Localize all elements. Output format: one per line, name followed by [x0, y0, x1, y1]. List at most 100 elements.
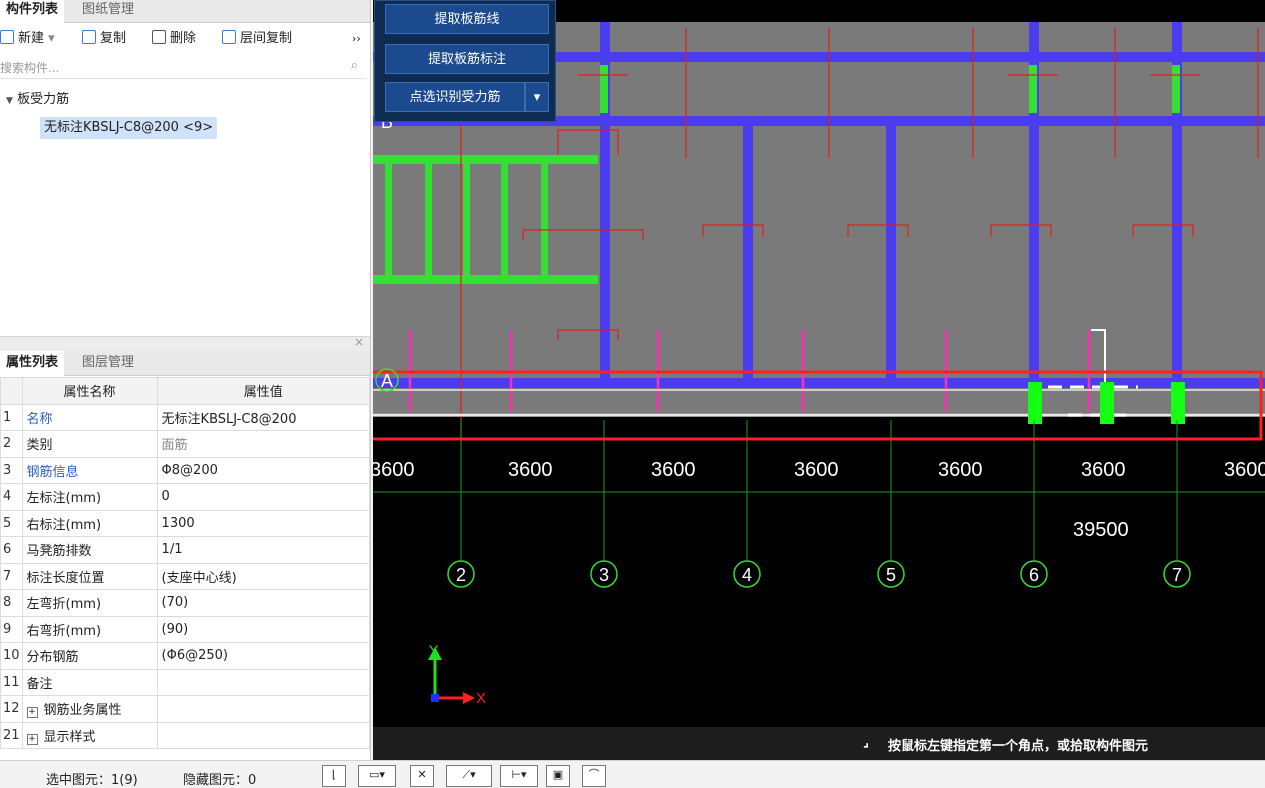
- property-value[interactable]: 无标注KBSLJ-C8@200: [156, 403, 371, 431]
- more-button[interactable]: ››: [352, 29, 361, 49]
- monitor-icon: ▣: [552, 768, 564, 781]
- property-value[interactable]: 1/1: [156, 536, 371, 564]
- ortho-toggle-button[interactable]: ⌊: [322, 765, 346, 787]
- property-index: 12: [0, 695, 23, 723]
- property-name-text: 标注长度位置: [26, 570, 105, 586]
- point-identify-rebar-button[interactable]: 点选识别受力筋: [385, 82, 525, 112]
- axis-label-4: 4: [742, 565, 752, 585]
- property-row[interactable]: 21 + 显示样式: [0, 721, 371, 749]
- property-row[interactable]: 12 + 钢筋业务属性: [0, 695, 371, 723]
- tree-root-slab-rebar[interactable]: ▼ 板受力筋: [6, 88, 69, 107]
- ucs-origin: [431, 694, 439, 702]
- property-row[interactable]: 4 左标注(mm) 0: [0, 483, 371, 511]
- dim-text-6: 3600: [1081, 459, 1126, 481]
- property-value[interactable]: (Φ6@250): [156, 642, 371, 670]
- green-rib-3: [463, 160, 470, 275]
- property-value[interactable]: 0: [156, 483, 371, 511]
- property-name-text: 右弯折(mm): [26, 623, 102, 639]
- green-marker-6: [1029, 65, 1037, 113]
- ucs-x-arrow: [463, 692, 475, 704]
- extract-rebar-line-button[interactable]: 提取板筋线: [385, 4, 549, 34]
- property-name-text: 显示样式: [43, 729, 96, 745]
- property-index: 6: [0, 536, 23, 564]
- cross-select-button[interactable]: ✕: [410, 765, 434, 787]
- property-value[interactable]: [156, 695, 371, 723]
- select-mode-button[interactable]: ▭▾: [358, 765, 396, 787]
- layer-copy-button[interactable]: 层间复制: [222, 29, 292, 49]
- dim-text-3: 3600: [651, 459, 696, 481]
- property-name-text: 分布钢筋: [26, 650, 79, 666]
- tree-item-kbslj[interactable]: 无标注KBSLJ-C8@200 <9>: [40, 117, 218, 139]
- property-row[interactable]: 6 马凳筋排数 1/1: [0, 536, 371, 564]
- copy-button[interactable]: 复制: [82, 29, 126, 49]
- component-search[interactable]: 搜索构件... ⌕: [0, 56, 366, 79]
- command-hint-bar: ⌟ 按鼠标左键指定第一个角点，或拾取构件图元: [373, 727, 1265, 760]
- beam-col-4: [743, 120, 753, 382]
- property-row[interactable]: 3 钢筋信息 Φ8@200: [0, 456, 371, 484]
- delete-button[interactable]: 删除: [152, 29, 196, 49]
- ucs-icon: Y X: [428, 642, 486, 707]
- green-bar-top: [373, 155, 598, 164]
- beam-col-5: [886, 120, 896, 382]
- property-row[interactable]: 9 右弯折(mm) (90): [0, 615, 371, 643]
- property-tabbar: 属性列表 图层管理: [0, 351, 370, 377]
- property-row[interactable]: 7 标注长度位置 (支座中心线): [0, 562, 371, 590]
- property-value[interactable]: (70): [156, 589, 371, 617]
- property-index: 8: [0, 589, 23, 617]
- close-icon[interactable]: ×: [354, 335, 364, 349]
- tab-component-list[interactable]: 构件列表: [0, 0, 65, 24]
- property-row[interactable]: 8 左弯折(mm) (70): [0, 589, 371, 617]
- property-value[interactable]: (支座中心线): [156, 562, 371, 590]
- expand-icon[interactable]: +: [26, 707, 38, 719]
- property-row[interactable]: 10 分布钢筋 (Φ6@250): [0, 642, 371, 670]
- dimension-icon: ⊢▾: [511, 768, 527, 781]
- property-name-text: 左弯折(mm): [26, 597, 102, 613]
- new-button[interactable]: 新建 ▾: [0, 29, 55, 49]
- property-value[interactable]: (90): [156, 615, 371, 643]
- search-input[interactable]: 搜索构件...: [0, 59, 59, 76]
- property-name: 标注长度位置: [21, 562, 158, 590]
- extract-rebar-panel: 提取板筋线 提取板筋标注 点选识别受力筋 ▾: [374, 0, 556, 122]
- panel-divider[interactable]: ×: [0, 335, 370, 351]
- dropdown-arrow-button[interactable]: ▾: [525, 82, 549, 112]
- property-value[interactable]: Φ8@200: [156, 456, 371, 484]
- property-header-name: 属性名称: [21, 377, 158, 405]
- tab-layer-management[interactable]: 图层管理: [76, 351, 140, 375]
- tab-drawing-management[interactable]: 图纸管理: [76, 0, 140, 22]
- property-index: 7: [0, 562, 23, 590]
- property-header-row: 属性名称 属性值: [0, 377, 371, 405]
- component-panel: 构件列表 图纸管理 新建 ▾ 复制 删除 层间复制 ›› 搜索构件... ⌕ ▼…: [0, 0, 371, 785]
- green-bar-bottom: [373, 275, 598, 284]
- line-snap-button[interactable]: ⟋▾: [446, 765, 492, 787]
- dimension-tool-button[interactable]: ⊢▾: [500, 765, 538, 787]
- green-rib-5: [541, 160, 548, 275]
- row-label-a: A: [381, 371, 393, 391]
- property-value[interactable]: [156, 721, 371, 749]
- expand-icon[interactable]: +: [26, 733, 38, 745]
- property-row[interactable]: 11 备注: [0, 668, 371, 696]
- axis-label-7: 7: [1172, 565, 1182, 585]
- line-icon: ⟋▾: [462, 768, 476, 781]
- property-name-text: 左标注(mm): [26, 491, 102, 507]
- property-row[interactable]: 1 名称 无标注KBSLJ-C8@200: [0, 403, 371, 431]
- copy-icon: [82, 30, 96, 44]
- property-name-text: 右标注(mm): [26, 517, 102, 533]
- tab-property-list[interactable]: 属性列表: [0, 351, 65, 377]
- property-row[interactable]: 5 右标注(mm) 1300: [0, 509, 371, 537]
- property-value[interactable]: 1300: [156, 509, 371, 537]
- property-value[interactable]: [156, 668, 371, 696]
- property-row[interactable]: 2 类别 面筋: [0, 430, 371, 458]
- dim-text-4: 3600: [794, 459, 839, 481]
- property-name: 左标注(mm): [21, 483, 158, 511]
- axis-label-5: 5: [886, 565, 896, 585]
- green-rib-2: [425, 160, 432, 275]
- green-block-3: [1171, 382, 1185, 424]
- view-button[interactable]: ▣: [546, 765, 570, 787]
- extract-rebar-label-button[interactable]: 提取板筋标注: [385, 44, 549, 74]
- property-index: 1: [0, 403, 23, 431]
- arc-tool-button[interactable]: ⌒: [582, 765, 606, 787]
- property-name: 名称: [21, 403, 158, 431]
- property-name-text: 备注: [26, 676, 53, 692]
- property-value[interactable]: 面筋: [156, 430, 371, 458]
- search-icon[interactable]: ⌕: [351, 58, 358, 73]
